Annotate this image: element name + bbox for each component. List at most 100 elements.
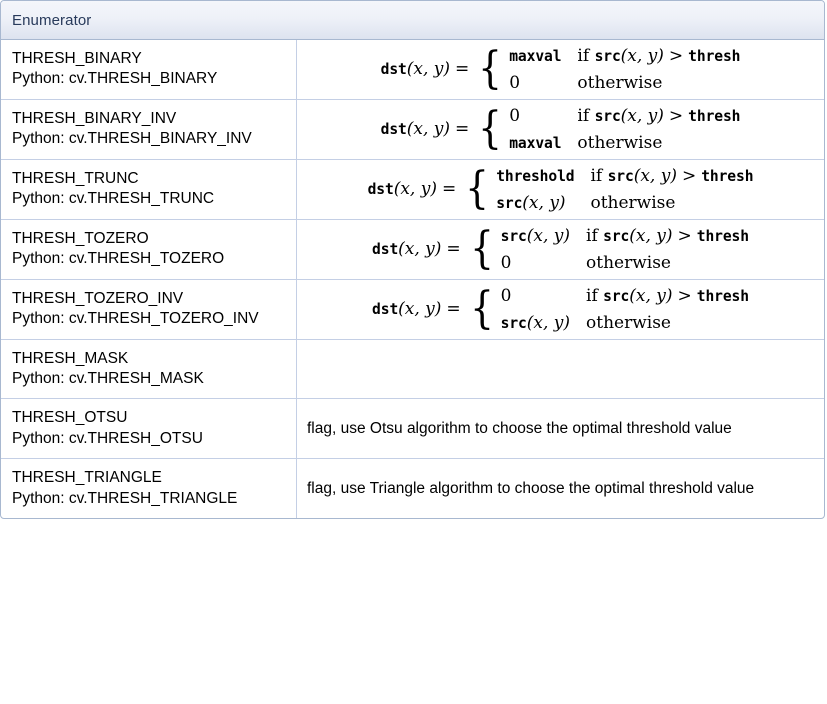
table-row: THRESH_TOZERO_INV Python: cv.THRESH_TOZER… [1,279,824,340]
formula-lhs-args: (x, y) [398,299,442,320]
case-2-otherwise: otherwise [577,132,663,153]
table-row: THRESH_BINARY_INV Python: cv.THRESH_BINAR… [1,99,824,160]
column-header-enumerator: Enumerator [12,11,92,29]
case-2-value-text-fn: src [496,194,523,212]
case-2-value-text-args: (x, y) [522,192,566,213]
formula-lhs-args: (x, y) [398,239,442,260]
case-1-cond-rhs: thresh [688,107,741,125]
case-2-condition: otherwise [577,73,740,93]
case-1-condition: if src(x, y) > thresh [590,166,753,186]
description-text: flag, use Triangle algorithm to choose t… [307,479,755,497]
case-2-value-text-args: (x, y) [526,312,571,333]
table-row: THRESH_TRIANGLE Python: cv.THRESH_TRIANGL… [1,459,824,519]
case-2-otherwise: otherwise [586,252,671,273]
cases-brace-icon: { [478,43,503,95]
case-1-cond-args: (x, y) [629,225,673,246]
case-2-value: 0 [509,73,561,93]
enumerator-name-cell: THRESH_TRIANGLE Python: cv.THRESH_TRIANGL… [1,459,297,519]
table-row: THRESH_TOZERO Python: cv.THRESH_TOZERO dst… [1,219,824,280]
formula-cases: threshold if src(x, y) > thresh src(x, y) oth… [496,166,753,213]
case-2-value-text: maxval [509,134,562,152]
table-row: THRESH_OTSU Python: cv.THRESH_OTSU flag, u… [1,399,824,460]
cases-brace-icon: { [478,103,503,155]
enumerator-constant: THRESH_TOZERO_INV [12,289,184,307]
enumerator-python-alias: Python: cv.THRESH_MASK [12,369,204,387]
case-1-cond-args: (x, y) [629,285,673,306]
formula-equals: = [441,179,457,200]
enumerator-description-cell [297,340,824,399]
cases-brace-icon: { [465,162,490,214]
formula-cases: 0 if src(x, y) > thresh maxval otherwise [509,106,740,153]
enumerator-description-cell: dst (x, y) ={src(x, y) if src(x, y) > thresh 0… [297,220,824,279]
enumerator-name-cell: THRESH_TRUNC Python: cv.THRESH_TRUNC [1,159,297,219]
enumerator-constant: THRESH_MASK [12,349,129,367]
enumerator-name-cell: THRESH_TOZERO_INV Python: cv.THRESH_TOZER… [1,279,297,339]
formula-cases: maxval if src(x, y) > thresh 0 otherwise [509,46,740,93]
case-1-cond-fn: src [594,47,621,65]
enumerator-python-alias: Python: cv.THRESH_BINARY_INV [12,130,252,148]
formula-lhs-args: (x, y) [406,59,450,80]
enumerator-python-alias: Python: cv.THRESH_BINARY [12,70,218,88]
formula-lhs-fn: dst [372,300,399,318]
enumerator-description-cell: flag, use Otsu algorithm to choose the o… [297,399,824,458]
math-formula: dst (x, y) ={threshold if src(x, y) > thresh s… [368,166,754,213]
case-2-condition: otherwise [577,133,740,153]
case-1-value-text-fn: src [500,227,527,245]
enumerator-python-alias: Python: cv.THRESH_OTSU [12,429,203,447]
enumerator-name-cell: THRESH_BINARY_INV Python: cv.THRESH_BINAR… [1,99,297,159]
table-body: THRESH_BINARY Python: cv.THRESH_BINARY dst… [1,40,824,519]
enumerator-constant: THRESH_BINARY [12,50,142,67]
case-1-if: if [577,105,595,126]
case-1-condition: if src(x, y) > thresh [586,226,749,246]
case-1-condition: if src(x, y) > thresh [577,106,740,126]
case-1-cond-rel: > [668,105,684,126]
formula-lhs-fn: dst [367,180,394,198]
cases-brace-icon: { [469,222,494,274]
enumerator-name-cell: THRESH_OTSU Python: cv.THRESH_OTSU [1,399,297,459]
enumerator-python-alias: Python: cv.THRESH_TRUNC [12,190,215,208]
enumerator-python-alias: Python: cv.THRESH_TOZERO [12,250,225,268]
formula-equals: = [454,59,470,80]
formula-lhs-fn: dst [372,240,399,258]
case-1-if: if [586,225,604,246]
case-2-value: 0 [501,253,570,273]
case-2-value: src(x, y) [501,313,570,333]
case-1-cond-fn: src [603,227,630,245]
case-2-condition: otherwise [590,193,753,213]
case-1-value: 0 [501,286,570,306]
case-1-if: if [577,45,595,66]
case-2-value-text: 0 [500,252,512,273]
enumerator-constant: THRESH_TRUNC [12,169,139,187]
case-1-cond-rhs: thresh [696,287,749,305]
case-2-value: maxval [509,133,561,153]
case-2-otherwise: otherwise [590,192,676,213]
enumerator-description-cell: dst (x, y) ={0 if src(x, y) > thresh src(x, y)… [297,280,824,339]
case-1-value-text: maxval [509,47,562,65]
table-row: THRESH_MASK Python: cv.THRESH_MASK [1,339,824,400]
formula-cases: 0 if src(x, y) > thresh src(x, y) otherwise [501,286,749,333]
formula-lhs-args: (x, y) [406,119,450,140]
case-1-value-text: threshold [496,167,575,185]
case-1-value: 0 [509,106,561,126]
formula-lhs-fn: dst [380,60,407,78]
case-1-cond-args: (x, y) [620,45,664,66]
case-1-value: maxval [509,46,561,66]
case-2-value-text-fn: src [500,314,527,332]
enumerator-table: Enumerator THRESH_BINARY Python: cv.THRES… [0,0,825,520]
case-1-cond-fn: src [603,287,630,305]
case-1-cond-fn: src [594,107,621,125]
math-formula: dst (x, y) ={0 if src(x, y) > thresh maxval oth… [381,106,741,153]
case-1-cond-args: (x, y) [620,105,664,126]
enumerator-description-cell: dst (x, y) = { threshold if src(x, y) > thresh s… [297,160,824,219]
case-1-value: threshold [496,166,574,186]
enumerator-description-cell: dst (x, y) ={0 if src(x, y) > thresh maxval oth… [297,100,824,159]
enumerator-constant: THRESH_TOZERO [12,229,149,247]
case-1-value: src(x, y) [501,226,570,246]
table-header-row: Enumerator [1,1,824,40]
case-2-otherwise: otherwise [577,72,663,93]
enumerator-name-cell: THRESH_TOZERO Python: cv.THRESH_TOZERO [1,219,297,279]
enumerator-name-cell: THRESH_MASK Python: cv.THRESH_MASK [1,339,297,399]
case-1-condition: if src(x, y) > thresh [586,286,749,306]
case-2-value: src(x, y) [496,193,574,213]
enumerator-name-cell: THRESH_BINARY Python: cv.THRESH_BINARY [1,40,297,99]
